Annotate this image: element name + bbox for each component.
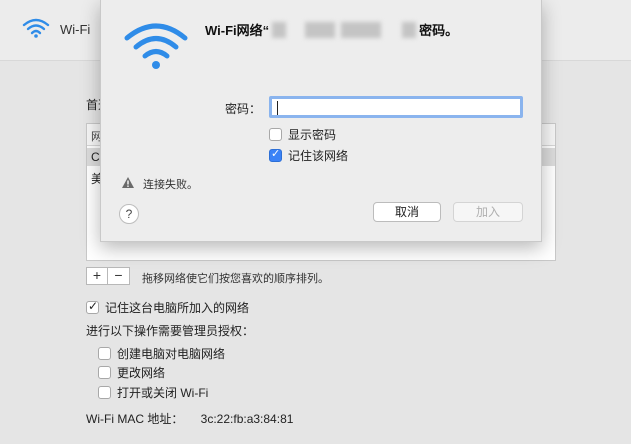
join-button[interactable]: 加入 xyxy=(453,202,523,222)
admin-option-label: 更改网络 xyxy=(117,366,166,380)
admin-option-checkbox[interactable] xyxy=(98,347,111,360)
admin-option-checkbox[interactable] xyxy=(98,366,111,379)
mac-address-row: Wi-Fi MAC 地址： 3c:22:fb:a3:84:81 xyxy=(86,410,293,427)
redaction-block xyxy=(341,21,382,38)
dialog-title-suffix: 密码。 xyxy=(419,23,459,38)
wifi-icon xyxy=(123,20,189,75)
help-button[interactable]: ? xyxy=(119,204,139,224)
redaction-block xyxy=(402,21,417,38)
remember-networks-checkbox[interactable] xyxy=(86,299,99,314)
error-text: 连接失败。 xyxy=(143,179,198,191)
remember-networks-checkbox-row[interactable]: 记住这台电脑所加入的网络 xyxy=(86,299,249,316)
admin-option-label: 创建电脑对电脑网络 xyxy=(117,347,226,361)
text-caret xyxy=(277,101,278,115)
remember-network-checkbox[interactable] xyxy=(269,147,282,162)
admin-option-row[interactable]: 创建电脑对电脑网络 xyxy=(98,345,225,362)
remember-networks-label: 记住这台电脑所加入的网络 xyxy=(105,301,250,315)
admin-option-row[interactable]: 更改网络 xyxy=(98,364,165,381)
error-message: 连接失败。 xyxy=(121,176,198,192)
show-password-row[interactable]: 显示密码 xyxy=(269,126,336,143)
show-password-label: 显示密码 xyxy=(288,128,337,142)
cancel-button[interactable]: 取消 xyxy=(373,202,441,222)
admin-option-row[interactable]: 打开或关闭 Wi-Fi xyxy=(98,384,208,401)
dialog-title-prefix: Wi-Fi网络“ xyxy=(205,23,270,38)
redaction-block xyxy=(305,21,336,38)
mac-address-label: Wi-Fi MAC 地址： xyxy=(86,412,184,426)
wifi-icon xyxy=(22,18,50,41)
remember-network-label: 记住该网络 xyxy=(288,149,349,163)
password-label: 密码： xyxy=(225,102,262,116)
redaction-block xyxy=(272,21,287,38)
admin-heading: 进行以下操作需要管理员授权： xyxy=(86,324,255,338)
add-network-button[interactable]: + xyxy=(86,267,108,285)
admin-option-label: 打开或关闭 Wi-Fi xyxy=(117,386,209,400)
window-title: Wi-Fi xyxy=(60,22,91,37)
dialog-title: Wi-Fi网络“ 密码。 xyxy=(205,20,458,39)
remove-network-button[interactable]: − xyxy=(108,267,130,285)
remember-network-row[interactable]: 记住该网络 xyxy=(269,147,348,164)
list-edit-buttons: + − xyxy=(86,267,130,285)
password-input[interactable] xyxy=(269,96,523,118)
admin-option-checkbox[interactable] xyxy=(98,386,111,399)
wifi-password-dialog: Wi-Fi网络“ 密码。 密码： 显示密码 记住该网络 连接失败。 ? 取消 加… xyxy=(100,0,542,242)
drag-hint: 拖移网络使它们按您喜欢的顺序排列。 xyxy=(142,273,329,285)
mac-address-value: 3c:22:fb:a3:84:81 xyxy=(200,412,294,426)
warning-icon xyxy=(121,176,135,192)
show-password-checkbox[interactable] xyxy=(269,128,282,141)
